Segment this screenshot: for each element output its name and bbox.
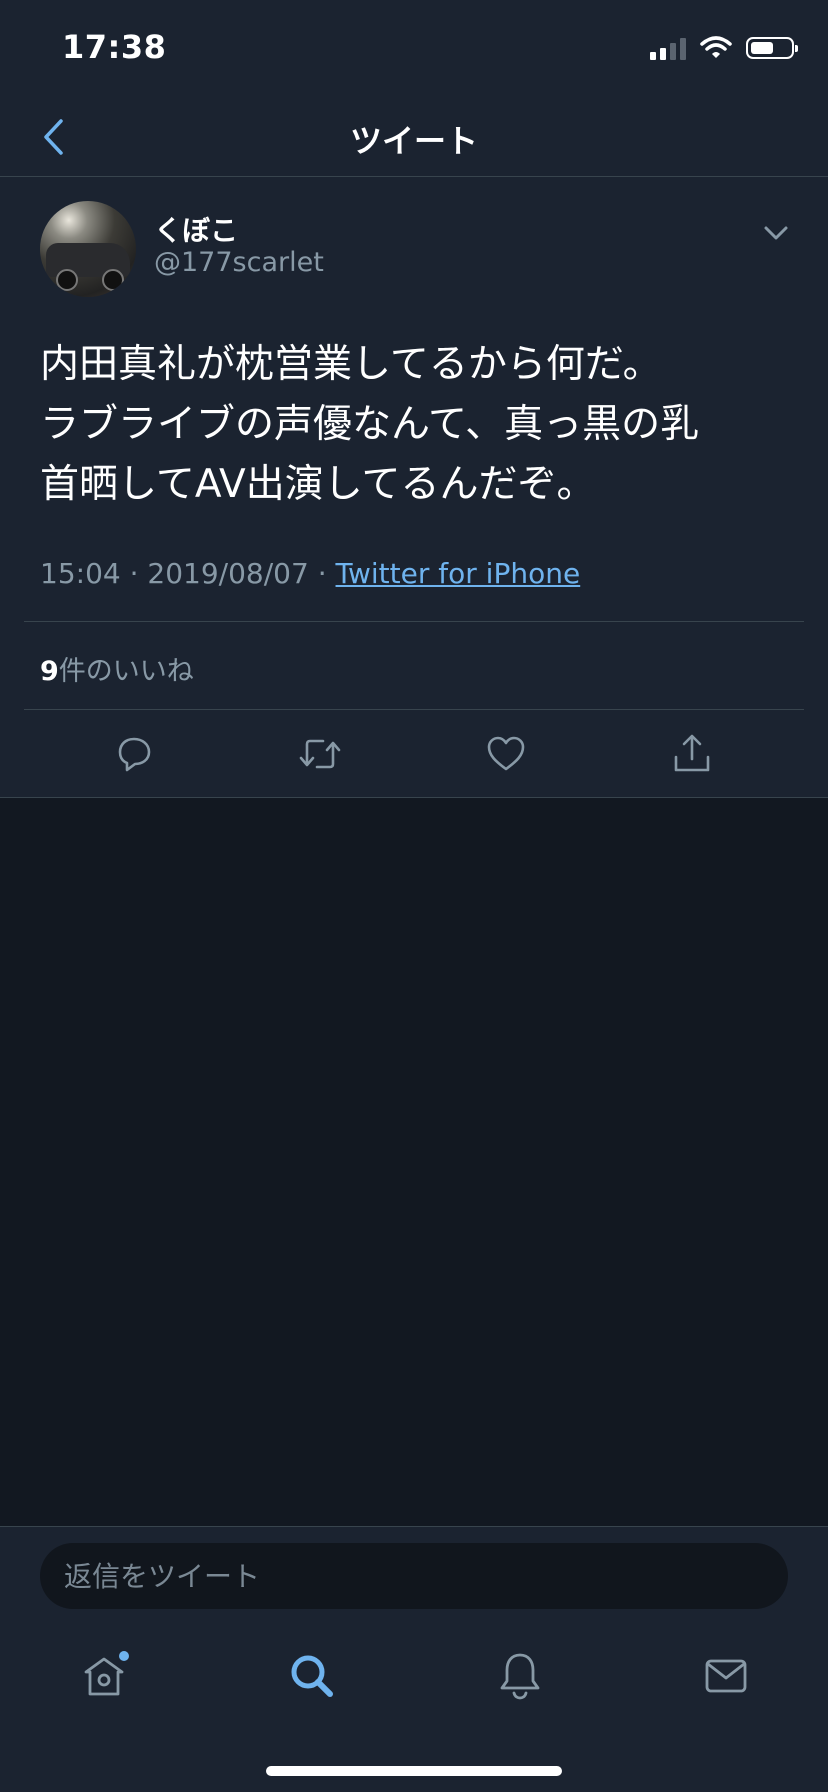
tweet-metadata: 15:04 · 2019/08/07 · Twitter for iPhone: [40, 557, 580, 590]
tweet-text: 内田真礼が枕営業してるから何だ。 ラブライブの声優なんて、真っ黒の乳 首晒してA…: [40, 335, 800, 515]
retweet-button[interactable]: [297, 731, 343, 777]
tweet-options-button[interactable]: [760, 221, 792, 245]
cellular-signal-icon: [650, 36, 686, 60]
wifi-icon: [700, 36, 732, 58]
likes-label: 件のいいね: [58, 656, 194, 687]
navigation-bar: ツイート: [0, 100, 828, 177]
tab-home[interactable]: [74, 1646, 134, 1706]
meta-separator: ·: [317, 557, 327, 590]
tab-messages[interactable]: [696, 1646, 756, 1706]
page-title: ツイート: [349, 122, 478, 160]
like-icon: [487, 736, 525, 771]
share-button[interactable]: [669, 731, 715, 777]
meta-separator: ·: [129, 557, 139, 590]
tweet-text-line: 内田真礼が枕営業してるから何だ。: [40, 342, 662, 387]
notifications-icon: [500, 1653, 540, 1700]
status-bar: 17:38: [0, 0, 828, 100]
tweet-detail: くぼこ @177scarlet 内田真礼が枕営業してるから何だ。 ラブライブの声…: [0, 177, 828, 798]
messages-icon: [705, 1659, 747, 1693]
reply-bar: [0, 1526, 828, 1611]
tab-bar: [0, 1610, 828, 1792]
share-icon: [674, 734, 710, 772]
likes-count-link[interactable]: 9件のいいね: [40, 649, 194, 688]
empty-content-area: [0, 798, 828, 1526]
retweet-icon: [299, 739, 341, 769]
divider: [24, 709, 804, 710]
status-time: 17:38: [62, 28, 167, 66]
tweet-source-link[interactable]: Twitter for iPhone: [336, 557, 581, 590]
user-handle[interactable]: @177scarlet: [154, 247, 324, 278]
tweet-date: 2019/08/07: [147, 557, 309, 590]
chevron-down-icon: [764, 226, 788, 240]
home-icon: [84, 1651, 129, 1696]
avatar[interactable]: [40, 201, 136, 297]
tweet-time: 15:04: [40, 557, 121, 590]
likes-count: 9: [40, 656, 59, 687]
like-button[interactable]: [483, 731, 529, 777]
tab-search[interactable]: [282, 1646, 342, 1706]
search-icon: [291, 1655, 333, 1697]
reply-input[interactable]: [40, 1543, 788, 1609]
home-indicator[interactable]: [266, 1766, 562, 1776]
battery-icon: [746, 37, 798, 59]
tweet-text-line: 首晒してAV出演してるんだぞ。: [40, 462, 596, 507]
tweet-actions: [0, 711, 828, 797]
reply-button[interactable]: [111, 731, 157, 777]
status-icons: [650, 36, 798, 60]
divider: [24, 621, 804, 622]
reply-icon: [118, 737, 151, 772]
tweet-text-line: ラブライブの声優なんて、真っ黒の乳: [40, 402, 700, 447]
display-name[interactable]: くぼこ: [154, 209, 238, 249]
tab-notifications[interactable]: [490, 1646, 550, 1706]
